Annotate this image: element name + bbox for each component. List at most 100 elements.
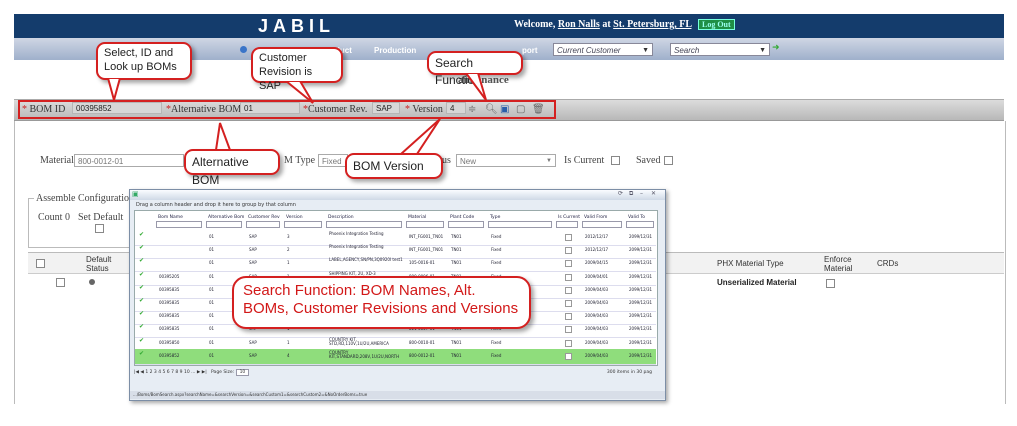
pager-last-icon[interactable]: ▶| (202, 370, 207, 375)
cell-valid-from: 2012/12/17 (585, 247, 609, 253)
enforce-material-header[interactable]: Enforce Material (824, 255, 864, 273)
hdr-type[interactable]: Type (490, 215, 500, 220)
is-current-checkbox[interactable] (565, 339, 572, 347)
callout-alternative-bom: Alternative BOM (184, 149, 280, 187)
is-current-checkbox[interactable] (565, 286, 572, 294)
cell-ver: 2 (287, 247, 290, 253)
search-select-value: Search (674, 46, 700, 55)
location-link[interactable]: St. Petersburg, FL (613, 19, 691, 30)
is-current-checkbox[interactable] (565, 326, 572, 334)
saved-checkbox[interactable] (664, 156, 673, 165)
hdr-customer-rev[interactable]: Customer Rev (248, 215, 280, 220)
nav-item-production[interactable]: Production (374, 46, 416, 55)
status-select[interactable]: New ▼ (456, 154, 556, 167)
cell-ver: 1 (287, 339, 290, 345)
jabil-logo: JABIL (258, 16, 336, 36)
pager-next-icon[interactable]: ▶ (197, 370, 200, 375)
default-radio[interactable] (89, 279, 95, 285)
maximize-icon[interactable]: ⧉ (629, 190, 633, 198)
hdr-alternative-bom[interactable]: Alternative Bom (208, 215, 244, 220)
filter-input[interactable] (626, 221, 654, 228)
hdr-material[interactable]: Material (408, 215, 426, 220)
check-icon: ✔ (139, 244, 145, 252)
filter-input[interactable] (448, 221, 484, 228)
go-arrow-icon[interactable]: ➜ (772, 43, 780, 53)
bom-type-field[interactable]: Fixed (318, 154, 348, 167)
bom-type-label: M Type (284, 155, 316, 166)
hdr-valid-to[interactable]: Valid To (628, 215, 645, 220)
search-select[interactable]: Search ▼ (670, 43, 770, 56)
user-link[interactable]: Ron Nalls (558, 19, 600, 30)
filter-input[interactable] (156, 221, 202, 228)
pager-first-icon[interactable]: |◀ (134, 370, 139, 375)
enforce-material-checkbox[interactable] (826, 279, 835, 288)
cell-bom: 00395835 (159, 326, 180, 332)
group-hint: Drag a column header and drop it here to… (136, 202, 296, 208)
cell-plant: TN01 (451, 339, 462, 345)
filter-input[interactable] (284, 221, 322, 228)
cell-alt: 01 (209, 273, 215, 279)
check-icon: ✔ (139, 349, 145, 357)
cell-bom: 00395850 (159, 339, 180, 345)
cell-alt: 01 (209, 286, 215, 292)
is-current-checkbox[interactable] (565, 313, 572, 321)
pager-pages[interactable]: 1 2 3 4 5 6 7 8 9 10 ... (145, 370, 195, 375)
welcome-text: Welcome, Ron Nalls at St. Petersburg, FL… (514, 19, 735, 30)
row-checkbox[interactable] (56, 278, 65, 287)
hdr-is-current[interactable]: Is Current (558, 215, 580, 220)
filter-input[interactable] (488, 221, 552, 228)
pager-prev-icon[interactable]: ◀ (140, 370, 143, 375)
cell-valid-from: 2012/12/17 (585, 234, 609, 239)
is-current-checkbox[interactable] (565, 247, 572, 255)
hdr-plant-code[interactable]: Plant Code (450, 215, 474, 220)
crds-header[interactable]: CRDs (877, 259, 898, 268)
check-icon: ✔ (139, 323, 145, 331)
cell-valid-to: 2099/12/31 (629, 352, 653, 358)
material-label: Material (40, 155, 74, 166)
filter-input[interactable] (556, 221, 578, 228)
check-icon: ✔ (139, 283, 145, 291)
logout-button[interactable]: Log Out (698, 19, 735, 30)
phx-material-type-header[interactable]: PHX Material Type (717, 259, 784, 268)
page-size-select[interactable]: 10 (235, 369, 250, 376)
hdr-description[interactable]: Description (328, 215, 354, 220)
close-icon[interactable]: ✕ (651, 190, 656, 197)
is-current-checkbox[interactable] (565, 234, 572, 241)
is-current-checkbox[interactable] (565, 300, 572, 307)
set-default-checkbox[interactable] (95, 224, 104, 233)
at-text: at (602, 19, 611, 30)
is-current-checkbox[interactable] (565, 273, 572, 281)
filter-input[interactable] (246, 221, 280, 228)
default-status-header[interactable]: Default Status (86, 255, 126, 273)
material-field[interactable]: 800-0012-01 (74, 154, 184, 167)
customer-select[interactable]: Current Customer ▼ (553, 43, 653, 56)
filter-input[interactable] (406, 221, 444, 228)
check-icon: ✔ (139, 336, 145, 344)
select-all-checkbox[interactable] (36, 259, 45, 268)
cell-alt: 01 (209, 234, 215, 239)
popup-status-url: .../Boms/BomSearch.aspx?searchName=&sear… (130, 391, 665, 399)
filter-input[interactable] (326, 221, 402, 228)
table-row[interactable]: ✔ 00395852 01 SAP 4 COUNTRY KIT,STANDARD,208V… (135, 348, 656, 365)
globe-icon[interactable] (240, 46, 247, 53)
cell-rev: SAP (249, 247, 257, 253)
is-current-checkbox[interactable] (565, 352, 572, 360)
cell-valid-from: 2009/04/03 (585, 326, 609, 332)
cell-ver: 4 (287, 352, 290, 358)
hdr-version[interactable]: Version (286, 215, 303, 220)
cell-ver: 3 (287, 234, 290, 239)
is-current-checkbox[interactable] (611, 156, 620, 165)
nav-item-support[interactable]: port (522, 46, 538, 55)
cell-alt: 01 (209, 247, 215, 253)
cell-mat: 105-0016-01 (409, 260, 435, 266)
is-current-checkbox[interactable] (565, 260, 572, 268)
cell-mat: INT_FG001_TN01 (409, 247, 444, 253)
refresh-icon[interactable]: ⟳ (618, 190, 623, 197)
filter-input[interactable] (206, 221, 242, 228)
cell-type: Fixed (491, 260, 502, 266)
hdr-bom-name[interactable]: Bom Name (158, 215, 183, 220)
items-info: 300 items in 30 pag (606, 370, 652, 375)
filter-input[interactable] (582, 221, 622, 228)
minimize-icon[interactable]: – (640, 190, 643, 197)
hdr-valid-from[interactable]: Valid From (584, 215, 607, 220)
